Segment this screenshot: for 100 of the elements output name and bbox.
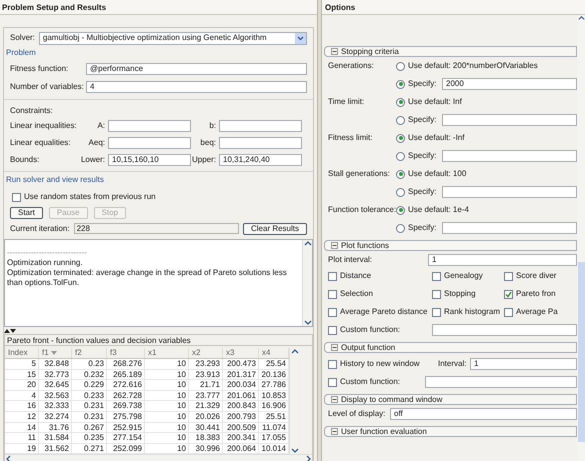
field-label: Fitness function: (10, 63, 70, 75)
column-header[interactable]: x2 (189, 348, 223, 358)
checkbox[interactable] (504, 308, 513, 316)
table-cell: 32.848 (39, 359, 72, 369)
log-line: Optimization running. (7, 258, 84, 268)
input-field[interactable] (442, 186, 577, 198)
radio-button[interactable] (396, 170, 405, 178)
radio-button[interactable] (396, 98, 405, 106)
radio-button[interactable] (396, 62, 405, 70)
column-header[interactable]: f1 (39, 348, 72, 358)
radio-button[interactable] (396, 116, 405, 124)
input-field[interactable] (108, 120, 191, 132)
checkbox[interactable] (504, 272, 513, 280)
scroll-up-icon[interactable] (304, 240, 312, 248)
input-field[interactable]: 1 (428, 254, 577, 266)
section-header[interactable]: Display to command window (324, 394, 577, 405)
scroll-up-icon[interactable] (290, 348, 298, 356)
input-field[interactable] (442, 222, 577, 234)
radio-button[interactable] (396, 188, 405, 196)
field-label: Time limit: (328, 96, 366, 108)
table-cell: 30.996 (189, 444, 223, 454)
checkbox[interactable] (328, 308, 337, 316)
column-header[interactable]: x1 (145, 348, 189, 358)
scroll-down-icon[interactable] (304, 318, 312, 326)
scroll-down-icon[interactable] (290, 446, 298, 454)
button[interactable]: Clear Results (242, 222, 307, 234)
input-field[interactable] (442, 150, 577, 162)
table-cell: 268.276 (107, 359, 145, 369)
checkbox[interactable] (328, 360, 337, 368)
checkbox-label: Custom function: (340, 324, 400, 336)
checkbox-label: Genealogy (444, 270, 483, 282)
radio-button[interactable] (396, 80, 405, 88)
section-header[interactable]: User function evaluation (324, 426, 577, 437)
input-field[interactable]: 10,15,160,10 (108, 154, 191, 166)
radio-button[interactable] (396, 134, 405, 142)
input-field[interactable] (219, 120, 302, 132)
table-cell: 200.843 (223, 401, 259, 411)
scroll-left-icon[interactable] (5, 454, 13, 461)
radio-label: Use default: 1e-4 (408, 204, 469, 216)
table-cell: 18.383 (189, 433, 223, 443)
section-header[interactable]: Output function (324, 342, 577, 353)
column-header[interactable]: f3 (107, 348, 145, 358)
radio-button[interactable] (396, 152, 405, 160)
button[interactable]: Start (10, 207, 43, 219)
scroll-up-icon[interactable] (578, 15, 584, 22)
table-cell: 19 (5, 444, 39, 454)
table-cell: 10 (145, 370, 189, 380)
table-cell: 31.584 (39, 433, 72, 443)
checkbox[interactable] (504, 290, 513, 298)
table-cell: 10 (145, 412, 189, 422)
field-label: Bounds: (10, 154, 40, 166)
input-field[interactable] (442, 114, 577, 126)
table-cell: 23.913 (189, 370, 223, 380)
table-cell: 21.71 (189, 380, 223, 390)
solver-dropdown[interactable]: gamultiobj - Multiobjective optimization using Genetic Algorithm (38, 32, 307, 44)
checkbox[interactable] (328, 378, 337, 386)
checkbox-label: Use random states from previous run (24, 191, 156, 203)
checkbox[interactable] (432, 308, 441, 316)
scroll-right-icon[interactable] (304, 454, 312, 461)
input-field[interactable] (432, 324, 577, 336)
checkbox[interactable] (328, 326, 337, 334)
input-field[interactable]: 1 (470, 358, 577, 370)
table-cell: 272.616 (107, 380, 145, 390)
field-label: beq: (199, 137, 217, 149)
checkbox[interactable] (12, 192, 21, 202)
radio-label: Specify: (408, 222, 436, 234)
radio-button[interactable] (396, 224, 405, 232)
section-header[interactable]: Stopping criteria (324, 46, 577, 57)
table-cell: 0.232 (72, 370, 107, 380)
table-title: Pareto front - function values and decision variables (5, 335, 312, 346)
table-cell: 20.026 (189, 412, 223, 422)
field-label: Lower: (80, 154, 106, 166)
table-cell: 0.23 (72, 359, 107, 369)
table-cell: 0.231 (72, 412, 107, 422)
table-cell: 10 (145, 444, 189, 454)
checkbox[interactable] (328, 272, 337, 280)
column-header[interactable]: x3 (223, 348, 259, 358)
table-cell: 269.738 (107, 401, 145, 411)
input-field[interactable] (425, 376, 577, 388)
table-cell: 4 (5, 390, 39, 400)
table-cell: 10 (145, 380, 189, 390)
input-field[interactable]: 10,31,240,40 (219, 154, 302, 166)
input-field[interactable]: @performance (86, 63, 307, 75)
input-field[interactable] (108, 137, 191, 149)
input-field[interactable]: 4 (86, 81, 307, 93)
checkbox-label: Score diver (516, 270, 556, 282)
checkbox[interactable] (432, 290, 441, 298)
field-label: Level of display: (328, 408, 386, 420)
table-cell: 10 (145, 359, 189, 369)
table-cell: 200.473 (223, 359, 259, 369)
checkbox[interactable] (328, 290, 337, 298)
column-header[interactable]: f2 (72, 348, 107, 358)
column-header[interactable]: Index (5, 348, 39, 358)
section-header[interactable]: Plot functions (324, 240, 577, 251)
input-field[interactable] (219, 137, 302, 149)
input-field[interactable]: off (390, 408, 577, 420)
input-field[interactable]: 2000 (442, 78, 577, 90)
checkbox[interactable] (432, 272, 441, 280)
table-cell: 0.267 (72, 422, 107, 432)
radio-button[interactable] (396, 206, 405, 214)
